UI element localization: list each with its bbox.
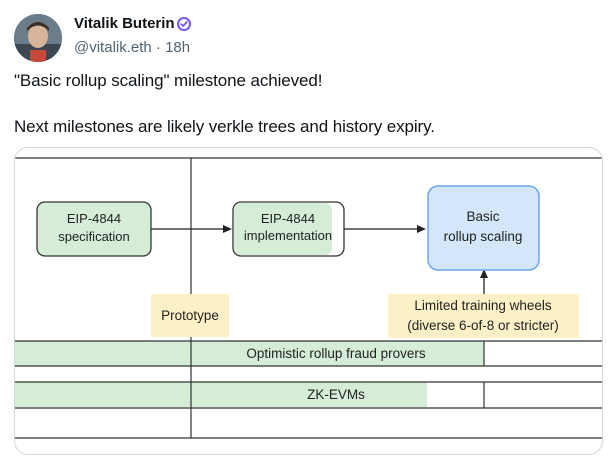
roadmap-diagram: EIP-4844 specification EIP-4844 implemen…	[15, 157, 602, 439]
eip4844-impl-label-2: implementation	[244, 228, 332, 243]
prototype-label: Prototype	[161, 308, 219, 323]
basic-rollup-label-2: rollup scaling	[444, 229, 523, 244]
basic-rollup-label-1: Basic	[466, 209, 499, 224]
eip4844-impl-label-1: EIP-4844	[261, 211, 315, 226]
avatar[interactable]	[14, 14, 62, 62]
author-handle-timestamp[interactable]: @vitalik.eth · 18h	[74, 39, 190, 56]
avatar-image	[14, 14, 62, 62]
zk-evms-label: ZK-EVMs	[307, 387, 365, 402]
training-wheels-label-1: Limited training wheels	[414, 298, 552, 313]
fraud-provers-label: Optimistic rollup fraud provers	[246, 346, 426, 361]
eip4844-spec-label-1: EIP-4844	[67, 211, 121, 226]
eip4844-spec-label-2: specification	[58, 229, 130, 244]
tweet-text-line-1: "Basic rollup scaling" milestone achieve…	[14, 71, 323, 90]
verified-badge-icon	[177, 17, 191, 36]
tweet-text-line-2: Next milestones are likely verkle trees …	[14, 117, 435, 136]
training-wheels-label-2: (diverse 6-of-8 or stricter)	[407, 318, 559, 333]
zk-evms-progress	[15, 382, 427, 407]
tweet-image[interactable]: EIP-4844 specification EIP-4844 implemen…	[14, 147, 603, 455]
basic-rollup-scaling-box	[427, 185, 540, 271]
author-name[interactable]: Vitalik Buterin	[74, 15, 175, 32]
